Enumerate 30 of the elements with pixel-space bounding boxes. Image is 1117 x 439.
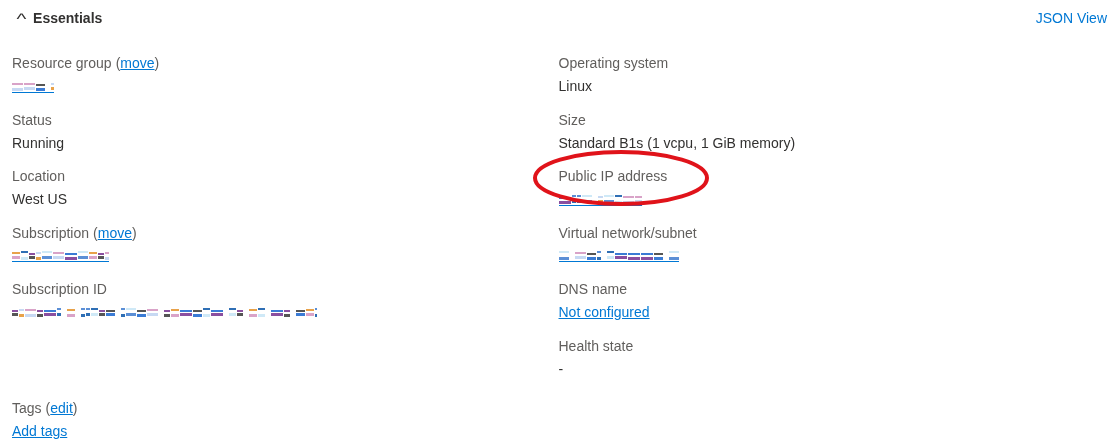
property-value: - (558, 359, 564, 379)
property-label: Virtual network/subnet (558, 224, 697, 241)
property-value: Standard B1s (1 vcpu, 1 GiB memory) (558, 133, 796, 153)
property-label: Location (12, 168, 65, 184)
paren: ) (131, 224, 137, 241)
property-label: Tags (12, 400, 42, 416)
paren: ( (45, 400, 51, 416)
json-view-link[interactable]: JSON View (1035, 10, 1107, 26)
property-label: Operating system (558, 55, 669, 71)
property-label: DNS name (558, 281, 627, 297)
move-link[interactable]: move (120, 55, 155, 71)
property-value: West US (12, 190, 67, 209)
collapse-toggle[interactable]: ^ Essentials (12, 9, 103, 27)
property-label: Health state (558, 337, 634, 354)
property-label: Subscription ID (12, 281, 107, 297)
property-label: Subscription (12, 224, 90, 241)
value-link[interactable]: Not configured (558, 300, 650, 324)
add-tags-link[interactable]: Add tags (12, 419, 68, 439)
property-label: Status (12, 111, 52, 128)
move-link[interactable]: move (97, 224, 132, 241)
paren: ) (154, 55, 160, 71)
property-value: Running (12, 133, 65, 153)
paren: ) (72, 400, 78, 416)
edit-link[interactable]: edit (50, 400, 73, 416)
paren: ( (93, 224, 98, 241)
paren: ( (115, 55, 121, 71)
property-value: Linux (558, 77, 592, 96)
property-label: Public IP address (558, 168, 668, 184)
property-label: Resource group (12, 55, 112, 71)
property-label: Size (558, 111, 586, 128)
